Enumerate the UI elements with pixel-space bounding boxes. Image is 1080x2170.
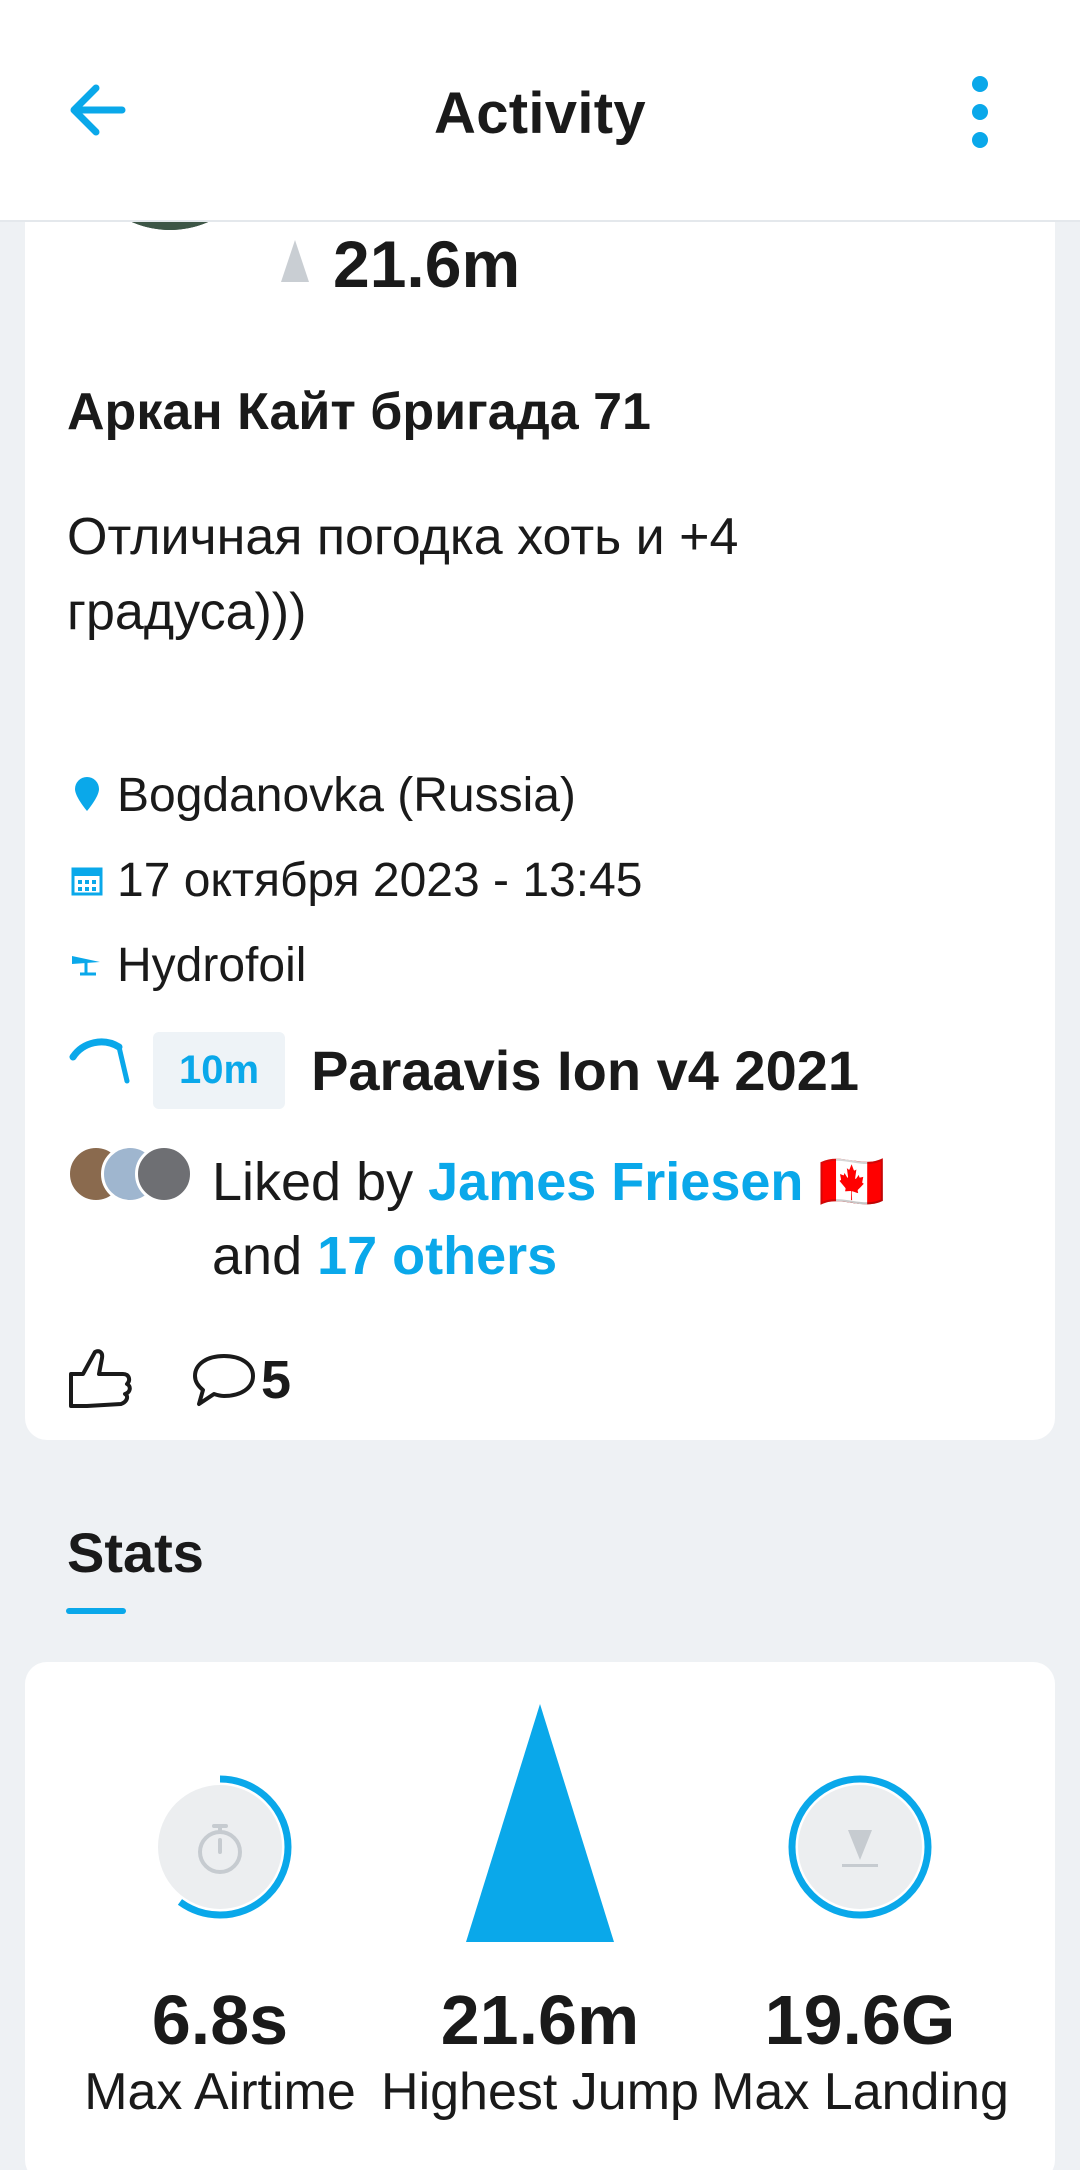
more-options-button[interactable] [958, 72, 1002, 152]
app-bar: Activity [0, 0, 1080, 222]
post-actions: 5 [65, 1340, 291, 1420]
post-description: Отличная погодка хоть и +4 градуса))) [67, 508, 739, 641]
airtime-visual [50, 1662, 390, 1962]
comments-button[interactable]: 5 [189, 1349, 291, 1411]
activity-card: 21.6m Аркан Кайт бригада 71 Отличная пог… [25, 160, 1055, 1440]
landing-visual [690, 1662, 1030, 1962]
location-text: Bogdanovka (Russia) [117, 768, 576, 822]
calendar-icon [67, 860, 107, 900]
comment-icon [193, 1354, 255, 1406]
stat-max-airtime: 6.8s Max Airtime [50, 1662, 390, 2170]
others-link[interactable]: 17 others [317, 1226, 557, 1286]
first-liker-link[interactable]: James Friesen [428, 1152, 803, 1212]
jump-height-icon [281, 240, 309, 282]
kite-name: Paraavis Ion v4 2021 [311, 1038, 860, 1102]
stat-label: Max Landing [711, 2063, 1009, 2121]
more-vert-icon [972, 76, 988, 148]
page-title: Activity [434, 81, 646, 146]
header-jump-value: 21.6m [333, 227, 521, 301]
stat-highest-jump: 21.6m Highest Jump [370, 1662, 710, 2170]
location-row[interactable]: Bogdanovka (Russia) [67, 765, 576, 825]
location-pin-icon [67, 775, 107, 815]
kite-row[interactable]: 10m Paraavis Ion v4 2021 [67, 1030, 859, 1110]
stat-value: 6.8s [151, 1981, 289, 2059]
activity-screen: Activity 21.6m Аркан Кайт бригада 71 Отл… [0, 0, 1080, 2170]
sport-text: Hydrofoil [117, 938, 307, 992]
likes-joiner: and [212, 1226, 318, 1286]
kite-icon [69, 1038, 130, 1084]
tab-indicator [66, 1608, 126, 1614]
post-title: Аркан Кайт бригада 71 [67, 383, 651, 441]
liker-avatars [67, 1145, 207, 1205]
likes-text: Liked by James Friesen 🇨🇦 and 17 others [212, 1145, 1012, 1293]
avatar [135, 1145, 193, 1203]
kite-size-badge: 10m [153, 1031, 286, 1109]
stats-card: 6.8s Max Airtime 21.6m Highest Jump 19.6… [25, 1662, 1055, 2170]
sport-row: Hydrofoil [67, 935, 306, 995]
comments-count: 5 [261, 1350, 292, 1410]
stat-value: 21.6m [440, 1981, 640, 2059]
thumbs-up-icon[interactable] [65, 1344, 137, 1416]
likes-prefix: Liked by [212, 1152, 429, 1212]
stat-value: 19.6G [764, 1981, 956, 2059]
tab-stats[interactable]: Stats [67, 1520, 204, 1585]
jump-visual [370, 1662, 710, 1962]
flag-icon: 🇨🇦 [818, 1152, 886, 1212]
stat-max-landing: 19.6G Max Landing [690, 1662, 1030, 2170]
date-row: 17 октября 2023 - 13:45 [67, 850, 642, 910]
date-text: 17 октября 2023 - 13:45 [117, 853, 643, 907]
hydrofoil-icon [67, 945, 107, 985]
